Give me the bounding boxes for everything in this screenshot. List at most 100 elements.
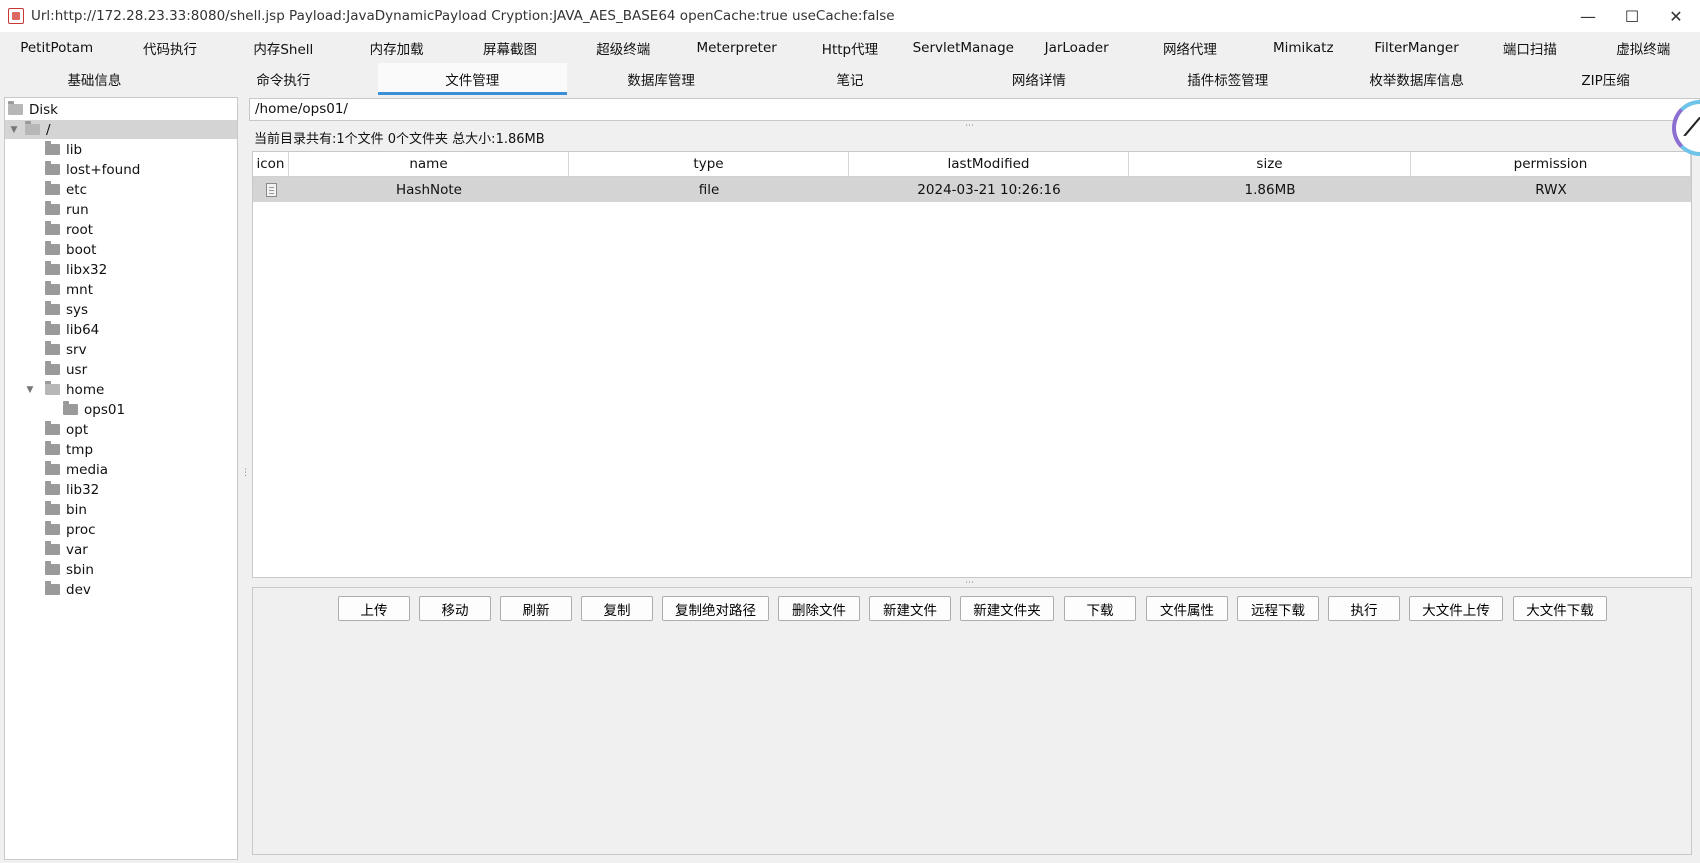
tree-node-label: srv — [66, 341, 87, 358]
folder-icon — [45, 141, 60, 155]
window-title: Url:http://172.28.23.33:8080/shell.jsp P… — [31, 8, 895, 24]
column-header-name[interactable]: name — [289, 152, 569, 176]
tree-node-root[interactable]: ▼ / — [5, 120, 237, 139]
tree-node-folder[interactable]: libx32 — [45, 260, 107, 279]
copy-button[interactable]: 复制 — [581, 596, 653, 621]
tab-meterpreter[interactable]: Meterpreter — [680, 32, 793, 64]
large-file-upload-button[interactable]: 大文件上传 — [1409, 596, 1503, 621]
tab-http-proxy[interactable]: Http代理 — [793, 32, 906, 64]
file-icon — [265, 182, 277, 197]
folder-icon — [45, 341, 60, 355]
delete-file-button[interactable]: 删除文件 — [778, 596, 860, 621]
tab-notes[interactable]: 笔记 — [756, 63, 945, 95]
tree-node-label: lib64 — [66, 321, 100, 338]
folder-icon — [45, 561, 60, 575]
tree-node-folder[interactable]: bin — [45, 500, 87, 519]
folder-open-icon — [25, 121, 40, 135]
tree-node-label: / — [46, 121, 51, 138]
tab-mimikatz[interactable]: Mimikatz — [1247, 32, 1360, 64]
file-properties-button[interactable]: 文件属性 — [1146, 596, 1228, 621]
tab-memory-load[interactable]: 内存加载 — [340, 32, 453, 64]
column-header-last-modified[interactable]: lastModified — [849, 152, 1129, 176]
column-header-icon[interactable]: icon — [253, 152, 289, 176]
tab-database-manager[interactable]: 数据库管理 — [567, 63, 756, 95]
tab-virtual-terminal[interactable]: 虚拟终端 — [1587, 32, 1700, 64]
tab-servlet-manage[interactable]: ServletManage — [907, 32, 1020, 64]
tree-node-folder[interactable]: mnt — [45, 280, 93, 299]
minimize-icon[interactable]: — — [1566, 0, 1610, 32]
tree-node-folder[interactable]: lib32 — [45, 480, 99, 499]
tab-screenshot[interactable]: 屏幕截图 — [453, 32, 566, 64]
refresh-button[interactable]: 刷新 — [500, 596, 572, 621]
remote-download-button[interactable]: 远程下载 — [1237, 596, 1319, 621]
directory-tree[interactable]: Disk ▼ / lib lost+found etc run root boo… — [4, 97, 238, 860]
column-header-size[interactable]: size — [1129, 152, 1411, 176]
tree-node-folder[interactable]: srv — [45, 340, 87, 359]
tab-command-exec[interactable]: 命令执行 — [189, 63, 378, 95]
folder-icon — [63, 401, 78, 415]
expand-arrow-icon[interactable]: ▼ — [9, 125, 19, 135]
tree-node-label: ops01 — [84, 401, 126, 418]
tree-node-folder[interactable]: root — [45, 220, 93, 239]
execute-button[interactable]: 执行 — [1328, 596, 1400, 621]
move-button[interactable]: 移动 — [419, 596, 491, 621]
download-button[interactable]: 下载 — [1064, 596, 1136, 621]
large-file-download-button[interactable]: 大文件下载 — [1513, 596, 1607, 621]
horizontal-splitter-handle[interactable]: ⋯ — [965, 579, 974, 588]
tree-node-folder[interactable]: run — [45, 200, 89, 219]
tab-plugin-tag-manager[interactable]: 插件标签管理 — [1133, 63, 1322, 95]
copy-absolute-path-button[interactable]: 复制绝对路径 — [662, 596, 769, 621]
close-icon[interactable]: ✕ — [1654, 0, 1698, 32]
tree-node-label: home — [66, 381, 105, 398]
column-header-permission[interactable]: permission — [1411, 152, 1691, 176]
column-header-type[interactable]: type — [569, 152, 849, 176]
tree-node-folder[interactable]: tmp — [45, 440, 93, 459]
tree-node-disk[interactable]: Disk — [8, 100, 58, 119]
tab-network-details[interactable]: 网络详情 — [944, 63, 1133, 95]
tab-network-proxy[interactable]: 网络代理 — [1133, 32, 1246, 64]
tab-filter-manager[interactable]: FilterManger — [1360, 32, 1473, 64]
tree-node-folder[interactable]: media — [45, 460, 108, 479]
tree-node-folder[interactable]: lib — [45, 140, 82, 159]
tree-node-folder[interactable]: opt — [45, 420, 88, 439]
tree-node-label: lib32 — [66, 481, 100, 498]
title-bar: Url:http://172.28.23.33:8080/shell.jsp P… — [0, 0, 1700, 32]
new-folder-button[interactable]: 新建文件夹 — [960, 596, 1054, 621]
tab-memory-shell[interactable]: 内存Shell — [227, 32, 340, 64]
tree-node-folder[interactable]: ops01 — [63, 400, 125, 419]
tab-code-exec[interactable]: 代码执行 — [113, 32, 226, 64]
upload-button[interactable]: 上传 — [338, 596, 410, 621]
file-table[interactable]: icon name type lastModified size permiss… — [252, 151, 1692, 578]
tab-basic-info[interactable]: 基础信息 — [0, 63, 189, 95]
vertical-splitter-handle[interactable]: ⋮ — [241, 469, 250, 478]
tab-jarloader[interactable]: JarLoader — [1020, 32, 1133, 64]
horizontal-splitter-handle[interactable]: ⋯ — [965, 122, 974, 131]
expand-arrow-icon[interactable]: ▼ — [25, 385, 35, 395]
tab-zip-compress[interactable]: ZIP压缩 — [1511, 63, 1700, 95]
folder-icon — [45, 281, 60, 295]
tree-node-folder[interactable]: proc — [45, 520, 96, 539]
tree-node-folder[interactable]: lib64 — [45, 320, 99, 339]
tree-node-label: boot — [66, 241, 97, 258]
tab-file-manager[interactable]: 文件管理 — [377, 63, 567, 95]
table-row[interactable]: HashNote file 2024-03-21 10:26:16 1.86MB… — [253, 177, 1691, 202]
path-input[interactable]: /home/ops01/ — [249, 98, 1700, 121]
new-file-button[interactable]: 新建文件 — [869, 596, 951, 621]
tree-node-folder[interactable]: sbin — [45, 560, 94, 579]
tree-node-folder[interactable]: dev — [45, 580, 91, 599]
tree-node-folder[interactable]: lost+found — [45, 160, 140, 179]
tree-node-label: proc — [66, 521, 96, 538]
tree-node-folder[interactable]: boot — [45, 240, 96, 259]
maximize-icon[interactable]: ☐ — [1610, 0, 1654, 32]
tree-node-folder[interactable]: usr — [45, 360, 87, 379]
tab-petitpotam[interactable]: PetitPotam — [0, 32, 113, 64]
tab-enum-db-info[interactable]: 枚举数据库信息 — [1322, 63, 1511, 95]
tab-super-terminal[interactable]: 超级终端 — [567, 32, 680, 64]
tree-node-home[interactable]: ▼ home — [25, 380, 104, 399]
tree-node-folder[interactable]: etc — [45, 180, 87, 199]
tree-node-folder[interactable]: sys — [45, 300, 88, 319]
tree-node-folder[interactable]: var — [45, 540, 88, 559]
tab-port-scan[interactable]: 端口扫描 — [1473, 32, 1586, 64]
folder-icon — [45, 321, 60, 335]
tree-node-label: var — [66, 541, 88, 558]
